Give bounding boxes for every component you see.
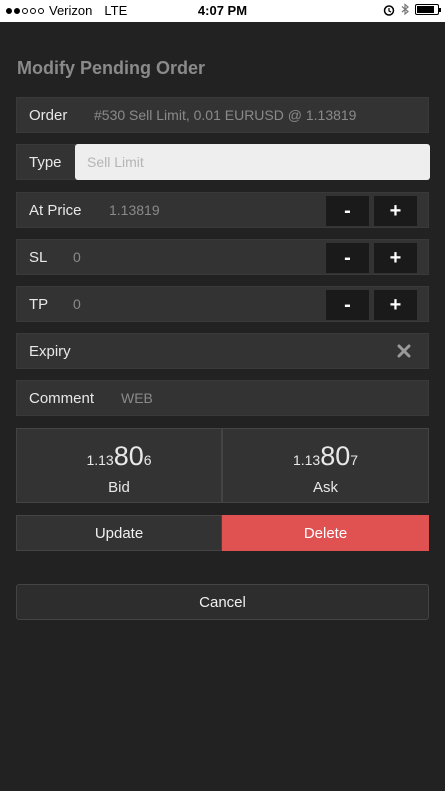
sl-input[interactable]: 0 bbox=[73, 249, 81, 265]
order-row: Order #530 Sell Limit, 0.01 EURUSD @ 1.1… bbox=[16, 97, 429, 133]
sl-label: SL bbox=[29, 248, 48, 266]
at-price-plus-button[interactable]: + bbox=[374, 196, 417, 226]
delete-button[interactable]: Delete bbox=[222, 515, 429, 551]
tp-row: TP 0 - + bbox=[16, 286, 429, 322]
tp-plus-button[interactable]: + bbox=[374, 290, 417, 320]
status-time: 4:07 PM bbox=[197, 3, 248, 18]
sl-plus-button[interactable]: + bbox=[374, 243, 417, 273]
comment-label: Comment bbox=[29, 389, 95, 407]
tp-input[interactable]: 0 bbox=[73, 296, 81, 312]
bluetooth-icon bbox=[401, 3, 409, 16]
alarm-icon bbox=[383, 4, 395, 16]
order-value: #530 Sell Limit, 0.01 EURUSD @ 1.13819 bbox=[94, 107, 357, 123]
comment-input[interactable]: WEB bbox=[121, 390, 153, 406]
status-bar: Verizon LTE 4:07 PM bbox=[0, 0, 445, 22]
ask-label: Ask bbox=[312, 479, 338, 496]
type-select[interactable]: Sell Limit bbox=[75, 144, 430, 180]
bid-quote: 1.13806 Bid bbox=[16, 428, 222, 503]
tp-label: TP bbox=[29, 295, 49, 313]
at-price-input[interactable]: 1.13819 bbox=[109, 202, 160, 218]
at-price-row: At Price 1.13819 - + bbox=[16, 192, 429, 228]
update-button[interactable]: Update bbox=[16, 515, 222, 551]
type-row: Type Sell Limit bbox=[16, 144, 430, 180]
order-label: Order bbox=[29, 106, 68, 124]
cancel-button[interactable]: Cancel bbox=[16, 584, 429, 620]
page-title: Modify Pending Order bbox=[17, 58, 206, 78]
at-price-minus-button[interactable]: - bbox=[326, 196, 369, 226]
ask-price: 1.13807 bbox=[292, 441, 359, 471]
sl-minus-button[interactable]: - bbox=[326, 243, 369, 273]
expiry-label: Expiry bbox=[29, 342, 71, 360]
expiry-row[interactable]: Expiry bbox=[16, 333, 429, 369]
sl-row: SL 0 - + bbox=[16, 239, 429, 275]
bid-price: 1.13806 bbox=[86, 441, 152, 471]
battery-icon bbox=[415, 4, 441, 15]
bid-label: Bid bbox=[108, 479, 130, 496]
close-x-icon[interactable] bbox=[396, 343, 412, 359]
status-right bbox=[383, 3, 441, 16]
comment-row: Comment WEB bbox=[16, 380, 429, 416]
ask-quote: 1.13807 Ask bbox=[222, 428, 429, 503]
at-price-label: At Price bbox=[29, 201, 82, 219]
type-label: Type bbox=[29, 153, 62, 171]
tp-minus-button[interactable]: - bbox=[326, 290, 369, 320]
